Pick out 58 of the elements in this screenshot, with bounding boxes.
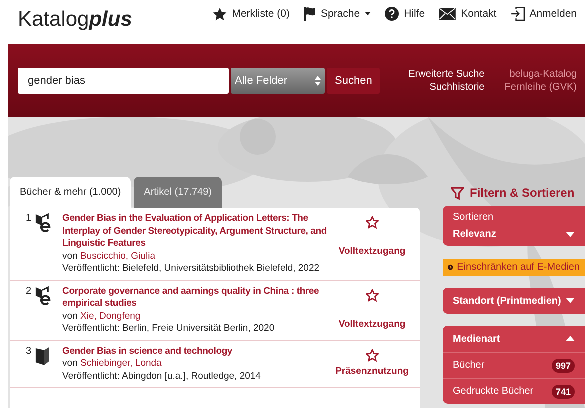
facet-item[interactable]: Gedruckte Bücher 741: [443, 378, 585, 404]
result-number: 3: [26, 346, 33, 358]
author-prefix: von: [62, 250, 79, 262]
external-link[interactable]: Fernleihe (GVK): [504, 82, 577, 92]
result-tab[interactable]: Bücher & mehr (1.000): [10, 177, 132, 208]
result-title[interactable]: Gender Bias in the Evaluation of Application Letters: The Interplay of Gender Stereotypicality, Argument Structure, and Linguistic Features: [62, 213, 335, 250]
result-title[interactable]: Corporate governance and aarnings quality in China : three empirical studies: [62, 286, 335, 310]
author-prefix: von: [62, 310, 79, 322]
author-link[interactable]: Xie, Dongfeng: [80, 310, 141, 322]
logo[interactable]: Katalogplus: [18, 8, 132, 32]
nav-link[interactable]: Hilfe: [385, 7, 426, 21]
sort-label: Sortieren: [453, 212, 495, 223]
access-link[interactable]: Volltextzugang: [338, 318, 406, 330]
sort-select[interactable]: Relevanz: [453, 229, 575, 240]
count-badge: 741: [552, 384, 575, 398]
ebook-icon: [35, 286, 51, 306]
author-link[interactable]: Schiebinger, Londa: [80, 358, 162, 369]
star-icon[interactable]: [366, 348, 379, 362]
field-select[interactable]: Alle Felder: [231, 68, 325, 94]
ebook-icon: [35, 213, 51, 233]
nav-link[interactable]: Merkliste (0): [213, 8, 290, 20]
access-link[interactable]: Volltextzugang: [338, 246, 406, 257]
search-field[interactable]: gender bias: [18, 68, 229, 94]
chevron-circle-icon: [448, 264, 454, 271]
access-link[interactable]: Präsenznutzung: [336, 366, 409, 376]
filter-heading: Filtern & Sortieren: [470, 186, 575, 200]
star-icon[interactable]: [366, 216, 379, 229]
facet-item[interactable]: Bücher 997: [443, 352, 585, 378]
filter-icon: [451, 186, 464, 200]
author-prefix: von: [62, 358, 79, 369]
author-link[interactable]: Buscicchio, Giulia: [80, 250, 156, 262]
select-arrows-icon: [315, 76, 321, 86]
publication-info: Veröffentlicht: Bielefeld, Universitätsbibliothek Bielefeld, 2022: [62, 263, 321, 276]
nav-link[interactable]: Sprache: [304, 7, 372, 21]
caret-icon: [365, 12, 372, 16]
restrict-link[interactable]: Einschränken auf E-Medien: [443, 259, 585, 276]
caret-icon: [566, 336, 575, 342]
publication-info: Veröffentlicht: Berlin, Freie Universität Berlin, 2020: [62, 323, 276, 336]
star-icon[interactable]: [366, 288, 379, 302]
publication-info: Veröffentlicht: Abingdon [u.a.], Routledge, 2014: [62, 370, 262, 383]
count-badge: 997: [552, 358, 575, 372]
book-icon: [35, 346, 51, 366]
result-number: 2: [26, 286, 33, 298]
flag-icon: [304, 7, 316, 21]
result-title[interactable]: Gender Bias in science and technology: [62, 346, 335, 358]
result-tab[interactable]: Artikel (17.749): [134, 177, 222, 208]
login-icon: [510, 7, 525, 21]
search-button[interactable]: Suchen: [327, 68, 380, 94]
nav-link[interactable]: Kontakt: [439, 8, 497, 20]
external-link[interactable]: beluga-Katalog: [510, 68, 577, 80]
nav-link[interactable]: Anmelden: [510, 7, 577, 21]
star-icon: [213, 8, 228, 20]
result-number: 1: [26, 213, 33, 226]
search-link[interactable]: Suchhistorie: [430, 82, 485, 92]
envelope-icon: [439, 8, 456, 20]
search-link[interactable]: Erweiterte Suche: [408, 68, 485, 80]
help-icon: [385, 7, 400, 21]
caret-icon: [566, 298, 575, 304]
